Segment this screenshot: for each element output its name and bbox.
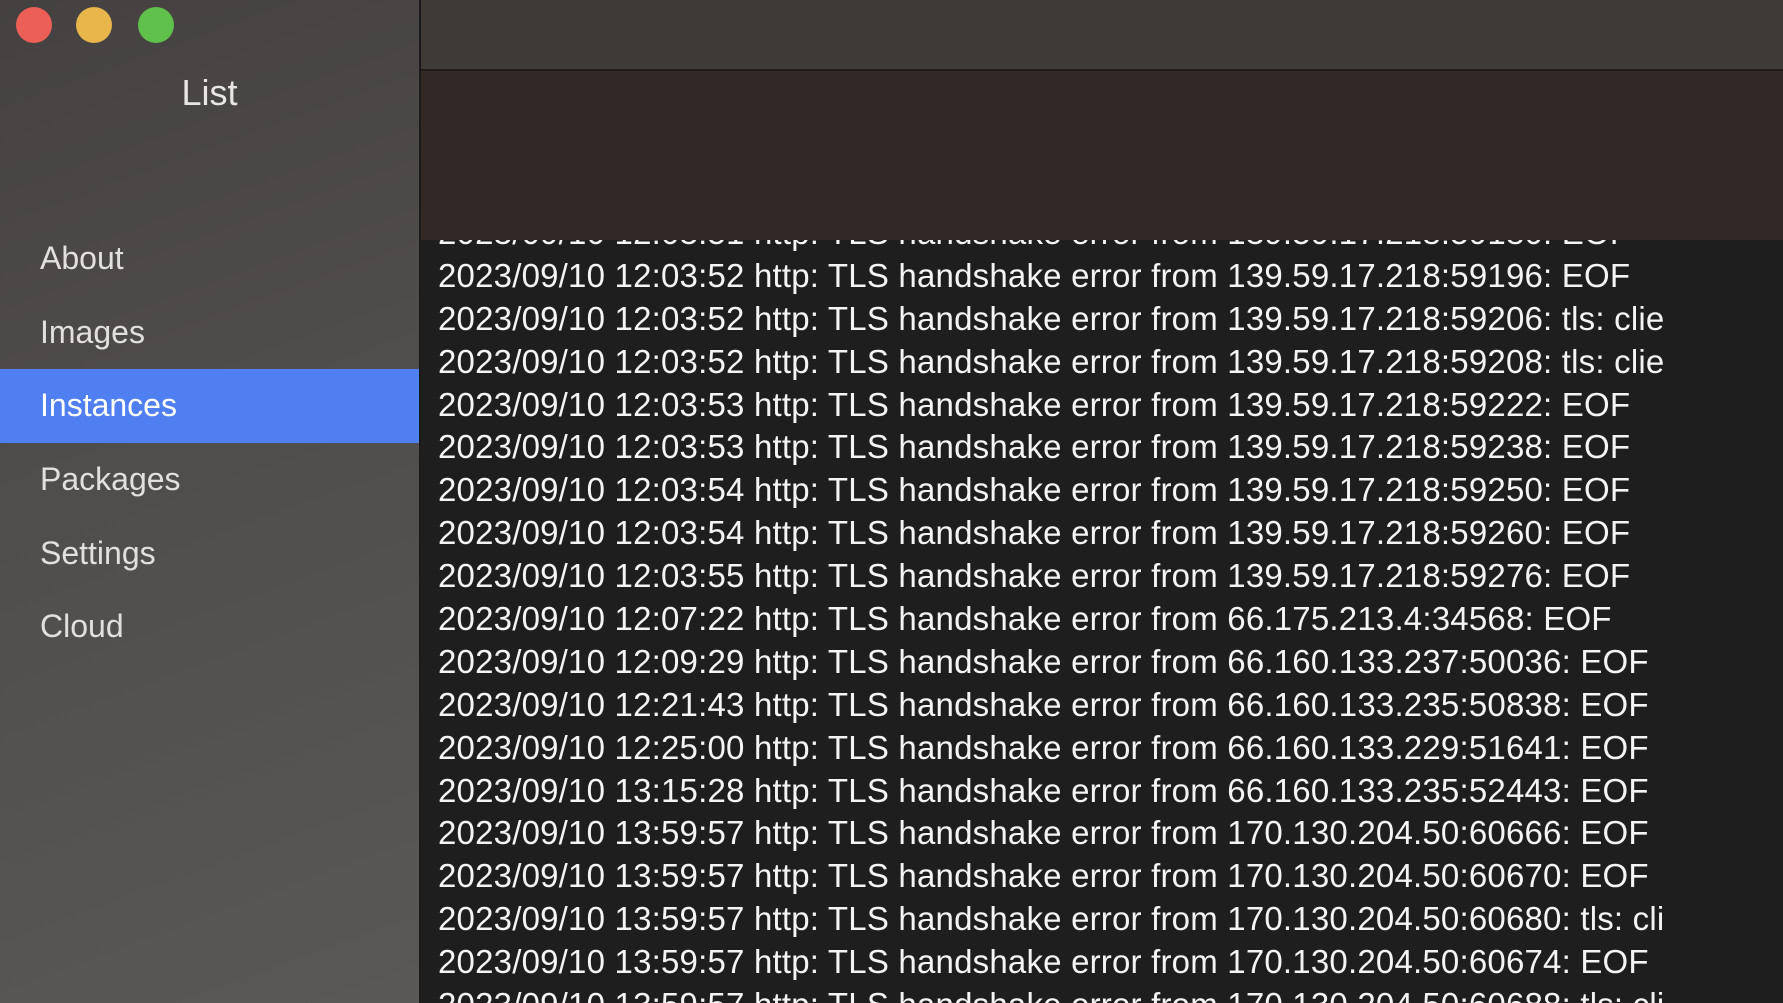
log-lines: 2023/09/10 12:03:51 http: TLS handshake … [438,240,1664,1003]
minimize-window-button[interactable] [76,7,112,43]
log-output[interactable]: 2023/09/10 12:03:51 http: TLS handshake … [421,240,1783,1003]
log-line: 2023/09/10 12:03:52 http: TLS handshake … [438,299,1665,337]
log-line: 2023/09/10 13:59:57 http: TLS handshake … [438,900,1665,938]
sidebar-item-images[interactable]: Images [0,296,419,370]
sidebar-item-about[interactable]: About [0,222,419,296]
log-line: 2023/09/10 12:03:54 http: TLS handshake … [438,471,1631,509]
log-line: 2023/09/10 12:03:51 http: TLS handshake … [438,240,1664,255]
close-window-button[interactable] [16,7,52,43]
log-line: 2023/09/10 13:15:28 http: TLS handshake … [438,771,1649,809]
log-line: 2023/09/10 13:59:57 http: TLS handshake … [438,814,1649,852]
sidebar-title: List [181,72,238,113]
sidebar: List About Images Instances Packages Set… [0,0,421,1003]
log-line: 2023/09/10 12:25:00 http: TLS handshake … [438,728,1649,766]
log-line: 2023/09/10 13:59:57 http: TLS handshake … [438,857,1649,895]
sidebar-item-cloud[interactable]: Cloud [0,590,419,664]
sidebar-nav: About Images Instances Packages Settings… [0,222,419,664]
log-line: 2023/09/10 12:03:53 http: TLS handshake … [438,385,1631,423]
log-line: 2023/09/10 12:03:52 http: TLS handshake … [438,256,1631,294]
log-line: 2023/09/10 12:03:54 http: TLS handshake … [438,514,1631,552]
log-line: 2023/09/10 12:03:52 http: TLS handshake … [438,342,1665,380]
log-line: 2023/09/10 13:59:57 http: TLS handshake … [438,984,1664,1003]
sidebar-item-instances[interactable]: Instances [0,369,419,444]
sidebar-item-packages[interactable]: Packages [0,443,419,517]
zoom-window-button[interactable] [138,7,174,43]
log-line: 2023/09/10 12:21:43 http: TLS handshake … [438,685,1649,723]
log-line: 2023/09/10 12:07:22 http: TLS handshake … [438,600,1612,638]
title-bar [421,0,1783,71]
log-line: 2023/09/10 13:59:57 http: TLS handshake … [438,943,1649,981]
log-line: 2023/09/10 12:09:29 http: TLS handshake … [438,642,1649,680]
log-line: 2023/09/10 12:03:55 http: TLS handshake … [438,557,1631,595]
log-line: 2023/09/10 12:03:53 http: TLS handshake … [438,428,1631,466]
content-header [421,71,1783,240]
sidebar-item-settings[interactable]: Settings [0,517,419,591]
